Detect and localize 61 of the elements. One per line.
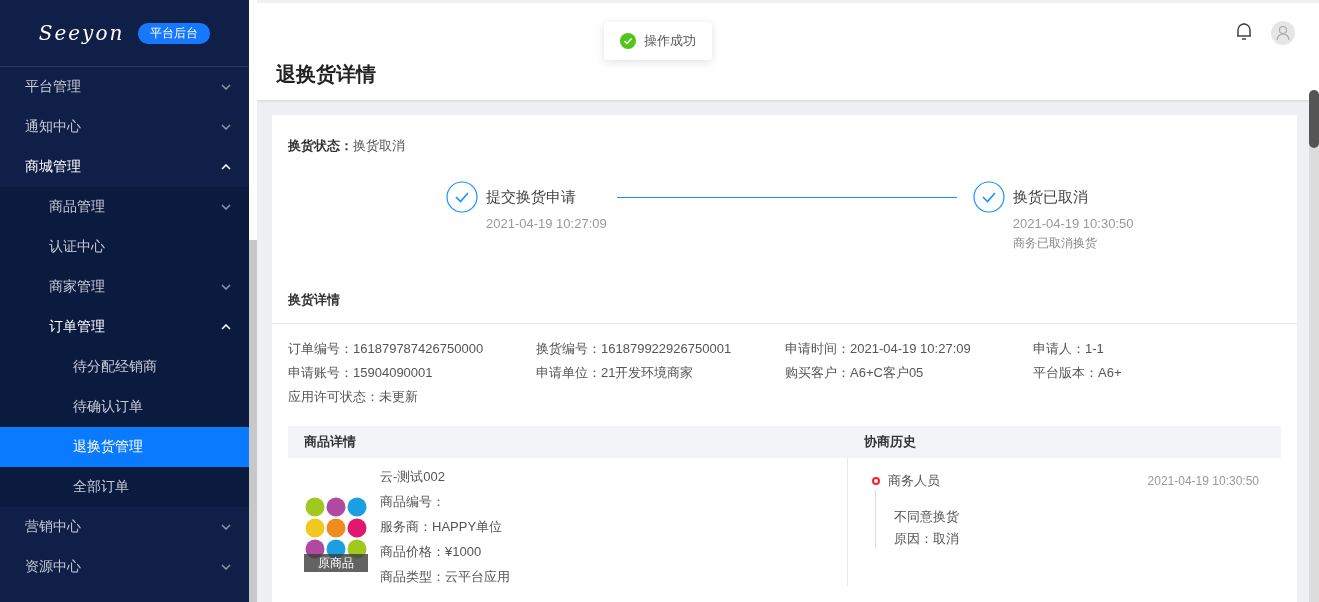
toast-text: 操作成功 [644, 32, 696, 50]
menu-item[interactable]: 待分配经销商 [0, 347, 249, 387]
detail-field: 申请时间：2021-04-19 10:27:09 [785, 340, 1033, 358]
menu-item[interactable]: 待确认订单 [0, 387, 249, 427]
history-text: 不同意换货 [894, 508, 960, 526]
success-icon [620, 33, 636, 49]
detail-field: 应用许可状态：未更新 [288, 388, 536, 406]
step-title: 换货已取消 [1012, 187, 1089, 207]
step-time: 2021-04-19 10:30:50 [1012, 216, 1134, 231]
menu-item[interactable]: 营销中心 [0, 507, 249, 547]
menu-item[interactable]: 商家管理 [0, 267, 249, 307]
detail-field: 申请账号：15904090001 [288, 364, 536, 382]
column-header: 商品详情 [288, 426, 848, 458]
image-tag: 原商品 [304, 554, 368, 572]
history-text: 原因：取消 [894, 530, 960, 548]
product-info: 商品价格：¥1000 [380, 543, 483, 561]
detail-field: 申请单位：21开发环境商家 [536, 364, 785, 382]
notification-bell-icon[interactable] [1235, 21, 1253, 41]
menu-item[interactable]: 全部订单 [0, 467, 249, 507]
chevron-icon [221, 164, 231, 170]
status-label: 换货状态： [288, 138, 353, 153]
step-note: 商务已取消换货 [1012, 235, 1098, 252]
scrollbar[interactable] [1309, 90, 1319, 602]
menu-item[interactable]: 资源中心 [0, 547, 249, 587]
menu-item[interactable]: 退换货管理 [0, 427, 249, 467]
chevron-icon [221, 124, 231, 130]
chevron-icon [221, 284, 231, 290]
logo: Seeyon [38, 21, 125, 45]
product-info: 商品编号： [380, 493, 446, 511]
chevron-icon [221, 84, 231, 90]
menu-item[interactable]: 平台管理 [0, 67, 249, 107]
detail-field: 购买客户：A6+C客户05 [785, 364, 1033, 382]
menu-item[interactable]: 通知中心 [0, 107, 249, 147]
product-info: 商品类型：云平台应用 [380, 568, 510, 586]
step-title: 提交换货申请 [486, 187, 577, 207]
history-time: 2021-04-19 10:30:50 [1147, 474, 1259, 488]
detail-field: 申请人：1-1 [1033, 340, 1281, 358]
chevron-icon [221, 204, 231, 210]
column-header: 协商历史 [848, 426, 1281, 458]
section-title: 换货详情 [272, 255, 1297, 324]
chevron-icon [221, 324, 231, 330]
check-circle-icon [972, 181, 1005, 213]
badge: 平台后台 [138, 22, 211, 44]
page-title: 退换货详情 [276, 62, 376, 87]
menu-item[interactable]: 认证中心 [0, 227, 249, 267]
check-circle-icon [446, 181, 478, 213]
history-role: 商务人员 [888, 472, 941, 490]
menu-item[interactable]: 订单管理 [0, 307, 249, 347]
detail-field: 平台版本：A6+ [1033, 364, 1281, 382]
scrollbar[interactable] [249, 0, 257, 602]
status-value: 换货取消 [353, 138, 405, 153]
detail-field: 换货编号：161879922926750001 [536, 340, 785, 358]
chevron-icon [221, 524, 231, 530]
product-info: 服务商：HAPPY单位 [380, 518, 504, 536]
detail-field: 订单编号：161879787426750000 [288, 340, 536, 358]
menu-item[interactable]: 商品管理 [0, 187, 249, 227]
chevron-icon [221, 564, 231, 570]
product-name: 云-测试002 [380, 468, 447, 486]
menu-item[interactable]: 商城管理 [0, 147, 249, 187]
timeline-dot [872, 477, 880, 485]
step-time: 2021-04-19 10:27:09 [486, 216, 607, 231]
